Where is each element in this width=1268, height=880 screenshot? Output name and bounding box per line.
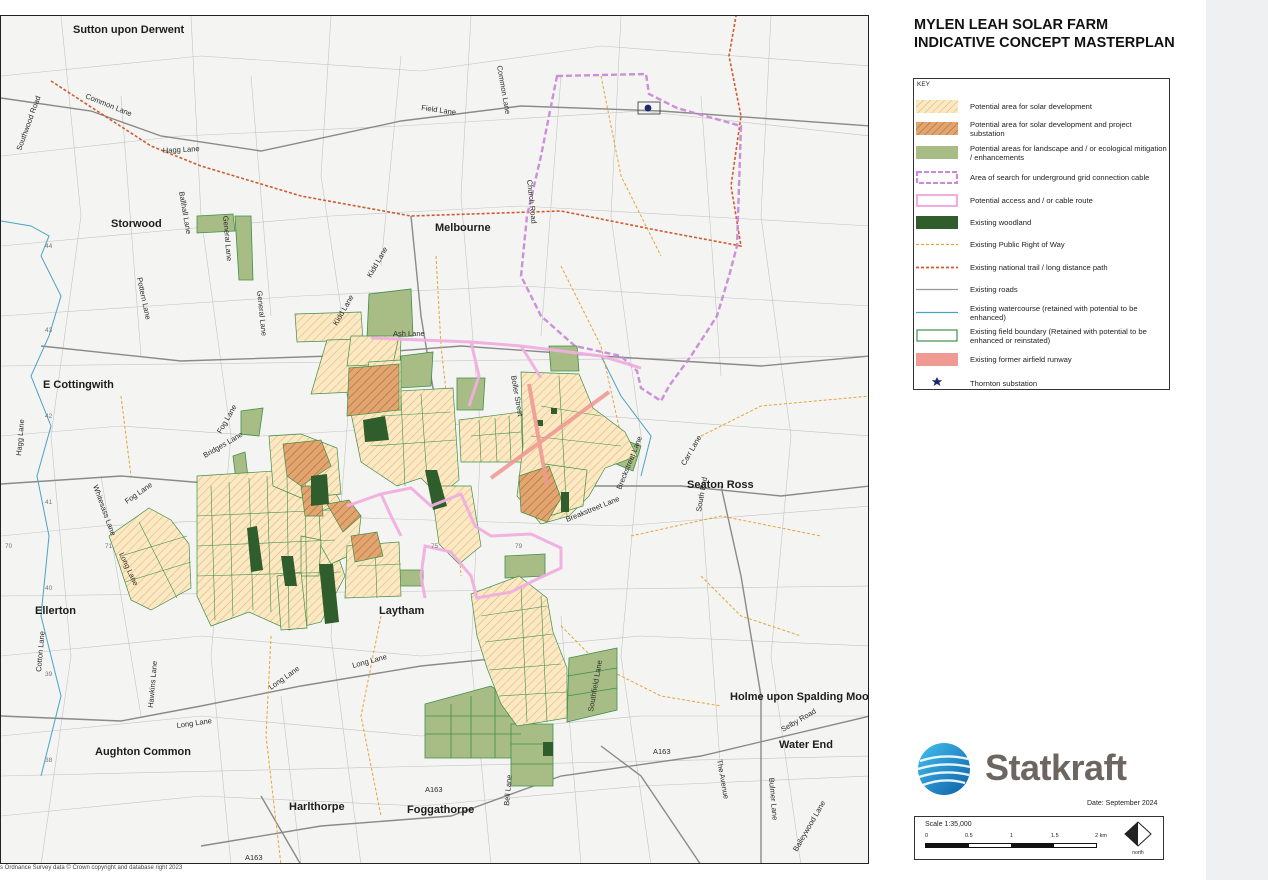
road-label: Long Lane — [351, 652, 388, 670]
road-label: Common Lane — [495, 65, 512, 115]
legend-swatch — [916, 353, 958, 366]
place-label: Water End — [779, 739, 833, 751]
map-canvas[interactable]: Sutton upon Derwent Storwood Melbourne E… — [1, 16, 869, 864]
legend-swatch — [916, 171, 958, 184]
legend-swatch — [916, 122, 958, 135]
road-label: The Avenue — [715, 759, 731, 800]
svg-text:70: 70 — [5, 543, 13, 550]
road-label: Hawkins Lane — [146, 660, 159, 708]
statkraft-logo: Statkraft — [916, 741, 1146, 797]
svg-text:40: 40 — [45, 585, 53, 592]
legend-swatch — [916, 266, 958, 269]
key-item-label: Existing Public Right of Way — [970, 240, 1065, 249]
scale-label: Scale 1:35,000 — [925, 821, 972, 828]
key-item-label: Existing roads — [970, 285, 1018, 294]
svg-text:44: 44 — [45, 243, 53, 250]
key-item-label: Potential access and / or cable route — [970, 196, 1093, 205]
legend-swatch — [916, 194, 958, 207]
legend-swatch — [916, 329, 958, 342]
map-key: KEY Potential area for solar development… — [913, 78, 1170, 390]
road-label: Ash Lane — [393, 329, 425, 338]
thornton-substation-icon[interactable] — [637, 101, 661, 115]
road-label: Hagg Lane — [163, 144, 200, 155]
scale-tick: 1 — [1010, 833, 1014, 839]
road-label: Fog Lane — [123, 480, 154, 506]
key-item-label: Existing former airfield runway — [970, 355, 1072, 364]
scale-tick: 0 — [925, 833, 929, 839]
road-label: Cotton Lane — [34, 631, 47, 673]
key-item-label: Potential areas for landscape and / or e… — [970, 144, 1167, 162]
svg-text:71: 71 — [105, 543, 113, 550]
masterplan-map[interactable]: Sutton upon Derwent Storwood Melbourne E… — [0, 15, 869, 864]
key-item-label: Thornton substation — [970, 379, 1038, 388]
legend-swatch — [916, 216, 958, 229]
legend-swatch — [916, 311, 958, 314]
place-label: Storwood — [111, 218, 162, 230]
legend-swatch — [916, 146, 958, 159]
scale-tick: 2 km — [1095, 833, 1107, 839]
legend-swatch — [916, 100, 958, 113]
road-label: Kidd Lane — [365, 245, 390, 279]
page-gutter — [1206, 0, 1268, 880]
key-heading: KEY — [917, 81, 931, 88]
svg-text:42: 42 — [45, 413, 53, 420]
scale-tick: 0.5 — [965, 833, 973, 839]
road-label: Whitesass Lane — [91, 484, 118, 537]
key-item-label: Existing field boundary (Retained with p… — [970, 327, 1147, 345]
road-label: A163 — [425, 785, 443, 794]
svg-text:43: 43 — [45, 327, 53, 334]
svg-text:79: 79 — [515, 543, 523, 550]
place-label: Ellerton — [35, 605, 76, 617]
date-label: Date: September 2024 — [1087, 800, 1158, 807]
legend-swatch — [916, 243, 958, 246]
place-label: Aughton Common — [95, 746, 191, 758]
road-label: General Lane — [255, 290, 269, 336]
road-label: Southwood Road — [14, 95, 42, 152]
road-label: Baileywood Lane — [791, 799, 827, 853]
road-label: Hagg Lane — [14, 419, 26, 456]
key-item-label: Existing watercourse (retained with pote… — [970, 304, 1138, 322]
svg-text:39: 39 — [45, 671, 53, 678]
road-label: A163 — [653, 747, 671, 756]
road-label: A163 — [245, 853, 263, 862]
road-label: Field Lane — [421, 103, 457, 117]
page-title: MYLEN LEAH SOLAR FARM INDICATIVE CONCEPT… — [914, 16, 1204, 52]
copyright-notice: s Ordnance Survey data © Crown copyright… — [0, 865, 183, 871]
place-label: Holme upon Spalding Moor — [730, 691, 869, 703]
svg-text:75: 75 — [431, 543, 439, 550]
road-label: Ballhall Lane — [177, 191, 193, 235]
statkraft-globe-icon — [917, 743, 971, 795]
road-label: Common Lane — [84, 92, 133, 119]
north-arrow-icon: north — [1124, 821, 1152, 856]
key-item-label: Existing national trail / long distance … — [970, 263, 1108, 272]
place-label: Harlthorpe — [289, 801, 345, 813]
national-trail-path — [50, 16, 742, 247]
scale-bar — [925, 843, 1097, 848]
north-label: north — [1132, 850, 1144, 856]
svg-text:41: 41 — [45, 499, 53, 506]
place-label: Foggathorpe — [407, 804, 474, 816]
road-label: Bulmer Lane — [767, 777, 780, 820]
legend-swatch — [916, 288, 958, 291]
road-label: Bell Lane — [502, 774, 514, 806]
brand-name: Statkraft — [985, 747, 1127, 788]
title-line: MYLEN LEAH SOLAR FARM — [914, 17, 1109, 33]
svg-text:38: 38 — [45, 757, 53, 764]
road-label: Carr Lane — [679, 434, 703, 467]
scale-tick: 1.5 — [1051, 833, 1059, 839]
key-item-label: Existing woodland — [970, 218, 1032, 227]
place-label: E Cottingwith — [43, 379, 114, 391]
scale-box: Scale 1:35,000 0 0.5 1 1.5 2 km north — [914, 816, 1164, 860]
substation-star-icon — [931, 377, 943, 386]
key-item-label: Potential area for solar development — [970, 102, 1092, 111]
road-label: Fog Lane — [215, 403, 239, 435]
place-label: Melbourne — [435, 222, 491, 234]
place-label: Sutton upon Derwent — [73, 24, 185, 36]
key-item-label: Potential area for solar development and… — [970, 120, 1132, 138]
title-line: INDICATIVE CONCEPT MASTERPLAN — [914, 35, 1175, 51]
key-item-label: Area of search for underground grid conn… — [970, 173, 1150, 182]
place-label: Laytham — [379, 605, 424, 617]
